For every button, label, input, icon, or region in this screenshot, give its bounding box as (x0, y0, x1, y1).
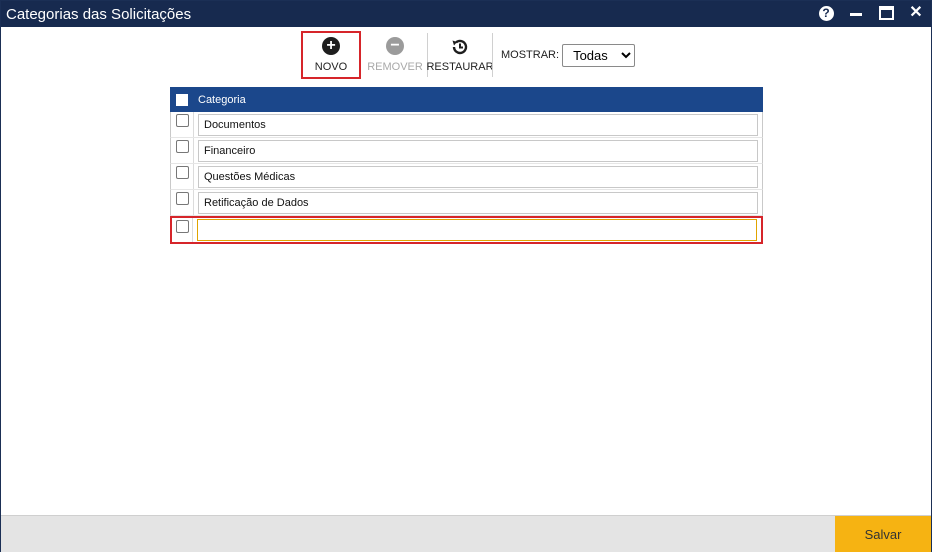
row-checkbox[interactable] (175, 114, 189, 127)
category-input[interactable] (198, 191, 758, 214)
mostrar-filter: MOSTRAR: Todas (501, 31, 636, 79)
table-row (170, 138, 763, 164)
grid-header: Categoria (170, 87, 763, 112)
minimize-button[interactable] (847, 4, 865, 22)
restaurar-label: RESTAURAR (426, 61, 494, 73)
new-table-row (170, 216, 763, 244)
save-button[interactable]: Salvar (835, 516, 931, 552)
window-controls: ? ✕ (817, 4, 925, 22)
row-checkbox[interactable] (175, 220, 189, 233)
table-row (170, 164, 763, 190)
help-button[interactable]: ? (817, 4, 835, 22)
minimize-icon (850, 12, 862, 16)
close-button[interactable]: ✕ (907, 4, 925, 22)
novo-button[interactable]: + NOVO (301, 31, 361, 79)
novo-label: NOVO (314, 61, 348, 73)
plus-circle-icon: + (322, 37, 340, 55)
row-checkbox[interactable] (175, 166, 189, 179)
category-input[interactable] (198, 139, 758, 162)
help-icon: ? (818, 5, 834, 21)
row-checkbox[interactable] (175, 192, 189, 205)
minus-circle-icon: − (386, 37, 404, 55)
new-category-input[interactable] (197, 219, 757, 241)
window-title: Categorias das Solicitações (6, 5, 192, 23)
table-row (170, 190, 763, 216)
maximize-button[interactable] (877, 4, 895, 22)
category-input[interactable] (198, 113, 758, 136)
restaurar-button[interactable]: RESTAURAR (426, 31, 494, 79)
mostrar-label: MOSTRAR: (501, 49, 560, 61)
row-checkbox[interactable] (175, 140, 189, 153)
table-row (170, 112, 763, 138)
column-header-categoria: Categoria (198, 93, 246, 106)
restore-icon (452, 39, 468, 55)
dialog-window: Categorias das Solicitações ? ✕ + NOVO −… (0, 0, 932, 552)
remover-label: REMOVER (367, 61, 423, 73)
close-icon: ✕ (909, 4, 923, 21)
mostrar-select[interactable]: Todas (562, 43, 636, 67)
maximize-icon (878, 6, 894, 20)
footer-bar: Salvar (1, 515, 931, 552)
remover-button[interactable]: − REMOVER (363, 31, 427, 79)
categories-grid: Categoria (170, 87, 763, 244)
category-input[interactable] (198, 165, 758, 188)
toolbar: + NOVO − REMOVER RESTAURAR MOSTRAR: Toda… (301, 31, 636, 79)
title-bar: Categorias das Solicitações ? ✕ (1, 1, 931, 27)
select-all-checkbox[interactable] (176, 93, 188, 106)
toolbar-divider (492, 33, 493, 77)
